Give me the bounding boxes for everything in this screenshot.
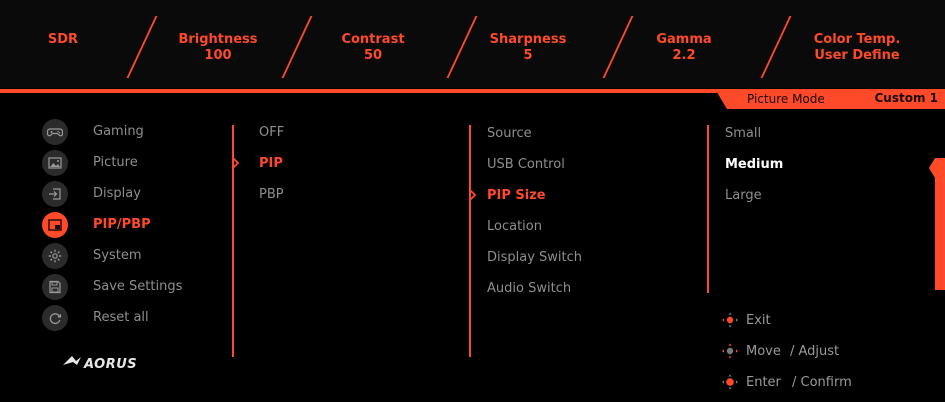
- hint-confirm-label: / Confirm: [792, 375, 852, 390]
- contrast-label: Contrast: [341, 32, 405, 47]
- joystick-press-icon: [722, 374, 738, 390]
- scroll-indicator: [929, 158, 945, 290]
- picture-mode-value: Custom 1: [874, 91, 938, 105]
- sharpness-status: Sharpness 5: [480, 32, 576, 64]
- gamepad-icon: [42, 119, 68, 145]
- status-bar: SDR Brightness 100 Contrast 50 Sharpness…: [0, 0, 945, 88]
- pip-setting-pip-size[interactable]: PIP Size: [487, 188, 546, 203]
- nav-item-picture[interactable]: Picture: [42, 150, 222, 178]
- pip-setting-source[interactable]: Source: [487, 126, 532, 141]
- nav-label-system: System: [93, 248, 142, 263]
- nav-label-display: Display: [93, 186, 141, 201]
- joystick-left-icon: [722, 312, 738, 328]
- column-divider: [707, 125, 709, 293]
- pip-setting-usb-control[interactable]: USB Control: [487, 157, 565, 172]
- separator: [446, 16, 478, 78]
- pip-setting-audio-switch[interactable]: Audio Switch: [487, 281, 571, 296]
- color-temp-label: Color Temp.: [813, 32, 901, 47]
- pip-size-option-small[interactable]: Small: [725, 126, 761, 141]
- nav-label-gaming: Gaming: [93, 124, 144, 139]
- nav-label-save-settings: Save Settings: [93, 279, 183, 294]
- chevron-right-icon: [469, 189, 477, 201]
- dynamic-range-indicator: SDR: [46, 32, 80, 48]
- gamma-label: Gamma: [656, 32, 712, 47]
- chevron-right-icon: [232, 157, 240, 169]
- svg-text:AORUS: AORUS: [83, 357, 137, 372]
- hint-exit-label: Exit: [746, 313, 771, 328]
- pip-size-option-large[interactable]: Large: [725, 188, 762, 203]
- nav-item-pip-pbp[interactable]: PIP/PBP: [42, 212, 222, 240]
- save-icon: [42, 274, 68, 300]
- pip-icon: [42, 212, 68, 238]
- joystick-directions-icon: [722, 343, 738, 359]
- display-input-icon: [42, 181, 68, 207]
- picture-mode-tab: Picture Mode Custom 1: [715, 89, 945, 109]
- separator: [126, 16, 158, 78]
- dynamic-range-label: SDR: [47, 32, 79, 47]
- reset-icon: [42, 305, 68, 331]
- aorus-logo: AORUS: [63, 356, 137, 372]
- nav-item-save-settings[interactable]: Save Settings: [42, 274, 222, 302]
- pip-mode-option-off[interactable]: OFF: [259, 125, 284, 140]
- nav-label-pip-pbp: PIP/PBP: [93, 217, 151, 232]
- color-temp-status: Color Temp. User Define: [802, 32, 912, 64]
- separator: [602, 16, 634, 78]
- pip-setting-location[interactable]: Location: [487, 219, 542, 234]
- gamma-value: 2.2: [672, 48, 696, 63]
- picture-icon: [42, 150, 68, 176]
- nav-item-display[interactable]: Display: [42, 181, 222, 209]
- nav-item-reset-all[interactable]: Reset all: [42, 305, 222, 333]
- picture-mode-label: Picture Mode: [747, 92, 825, 106]
- contrast-status: Contrast 50: [325, 32, 421, 64]
- gamma-status: Gamma 2.2: [636, 32, 732, 64]
- pip-mode-option-pip[interactable]: PIP: [259, 156, 283, 171]
- hint-move-adjust: Move / Adjust: [720, 341, 920, 361]
- pip-setting-display-switch[interactable]: Display Switch: [487, 250, 582, 265]
- contrast-value: 50: [363, 48, 383, 63]
- nav-item-system[interactable]: System: [42, 243, 222, 271]
- brightness-label: Brightness: [178, 32, 258, 47]
- pip-size-option-medium[interactable]: Medium: [725, 157, 783, 172]
- hint-exit: Exit: [720, 310, 920, 330]
- nav-label-picture: Picture: [93, 155, 138, 170]
- hint-enter-label: Enter: [746, 375, 781, 390]
- column-divider: [469, 125, 471, 357]
- brightness-value: 100: [204, 48, 232, 63]
- sharpness-value: 5: [523, 48, 533, 63]
- brightness-status: Brightness 100: [170, 32, 266, 64]
- nav-item-gaming[interactable]: Gaming: [42, 119, 222, 147]
- hint-enter-confirm: Enter / Confirm: [720, 372, 920, 392]
- pip-mode-option-pbp[interactable]: PBP: [259, 187, 284, 202]
- nav-label-reset-all: Reset all: [93, 310, 149, 325]
- gear-icon: [42, 243, 68, 269]
- separator: [760, 16, 792, 78]
- sharpness-label: Sharpness: [489, 32, 567, 47]
- hint-move-label: Move: [746, 344, 781, 359]
- hint-adjust-label: / Adjust: [790, 344, 840, 359]
- color-temp-value: User Define: [814, 48, 900, 63]
- separator: [281, 16, 313, 78]
